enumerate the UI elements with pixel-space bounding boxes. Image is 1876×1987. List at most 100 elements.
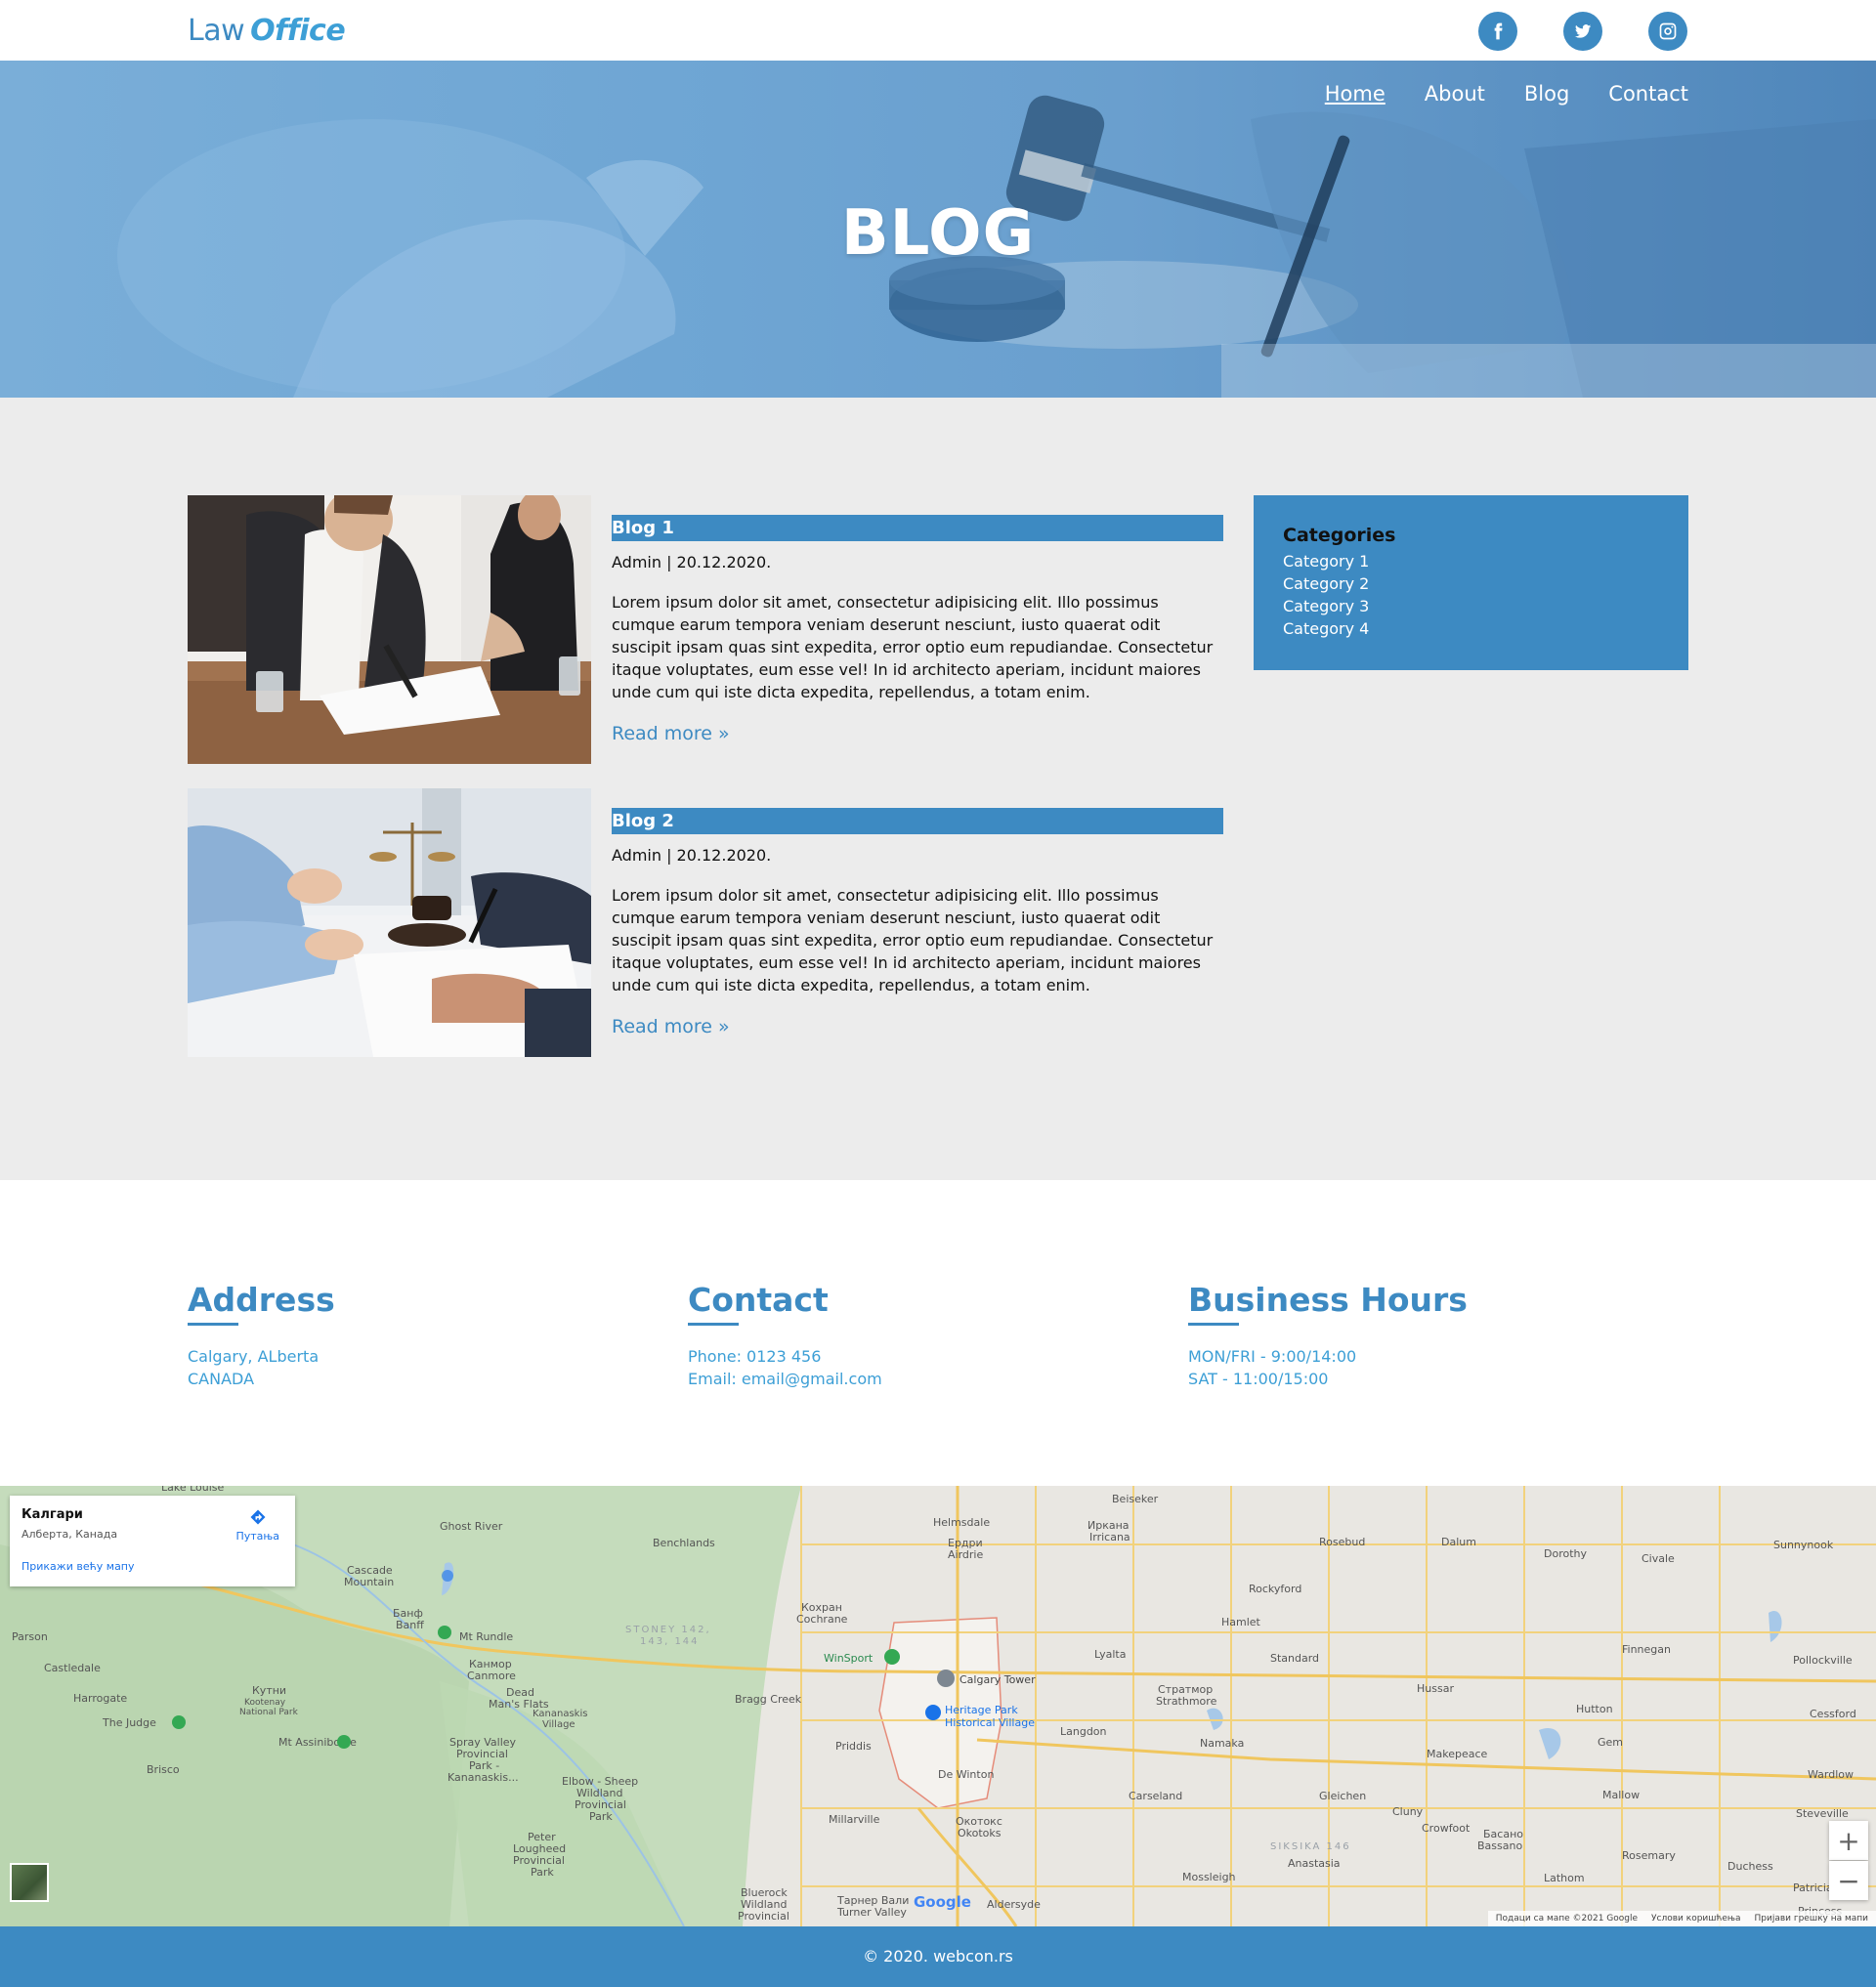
hours-column: Business Hours MON/FRI - 9:00/14:00 SAT …: [1188, 1281, 1599, 1390]
directions-icon: [250, 1509, 266, 1525]
category-link[interactable]: Category 2: [1283, 572, 1659, 595]
read-more-link[interactable]: Read more »: [612, 723, 730, 744]
category-link[interactable]: Category 3: [1283, 595, 1659, 617]
svg-text:Lake Louise: Lake Louise: [161, 1486, 225, 1494]
contact-heading: Contact: [688, 1281, 829, 1319]
nav-home[interactable]: Home: [1325, 82, 1386, 106]
svg-text:Bassano: Bassano: [1477, 1839, 1522, 1852]
category-link[interactable]: Category 4: [1283, 617, 1659, 640]
nav-contact[interactable]: Contact: [1608, 82, 1688, 106]
svg-text:Millarville: Millarville: [829, 1813, 880, 1826]
svg-text:SIKSIKA 146: SIKSIKA 146: [1270, 1841, 1351, 1852]
svg-text:WinSport: WinSport: [824, 1652, 874, 1665]
blog-post: Blog 1 Admin | 20.12.2020. Lorem ipsum d…: [188, 495, 1223, 764]
svg-text:Heritage Park: Heritage Park: [945, 1704, 1018, 1716]
logo-primary-text: Law: [188, 14, 245, 48]
embedded-map[interactable]: Lake Louise Ghost River Cascade Mountain …: [0, 1486, 1876, 1926]
google-logo: Google: [914, 1893, 971, 1911]
read-more-link[interactable]: Read more »: [612, 1016, 730, 1037]
svg-text:Beiseker: Beiseker: [1112, 1493, 1159, 1505]
satellite-toggle[interactable]: [10, 1863, 49, 1902]
footer-bar: © 2020. webcon.rs: [0, 1926, 1876, 1987]
map-data-credit: Подаци са мапе ©2021 Google: [1495, 1914, 1639, 1924]
svg-text:Steveville: Steveville: [1796, 1807, 1849, 1820]
address-line: Calgary, ALberta: [188, 1347, 320, 1366]
svg-text:Provincial: Provincial: [738, 1910, 789, 1923]
main-nav: Home About Blog Contact: [1325, 82, 1688, 106]
nav-about[interactable]: About: [1425, 82, 1485, 106]
map-place-card: Калгари Алберта, Канада Прикажи већу мап…: [10, 1496, 295, 1586]
svg-text:National Park: National Park: [239, 1708, 299, 1717]
address-column: Address Calgary, ALberta CANADA: [188, 1281, 598, 1390]
svg-text:Banff: Banff: [396, 1619, 424, 1631]
svg-text:Kananaskis: Kananaskis: [533, 1709, 587, 1719]
svg-text:Turner Valley: Turner Valley: [836, 1906, 907, 1919]
contact-info-section: Address Calgary, ALberta CANADA Contact …: [0, 1180, 1876, 1486]
svg-text:Parson: Parson: [12, 1630, 48, 1643]
svg-text:Airdrie: Airdrie: [948, 1548, 983, 1561]
heading-underline: [688, 1323, 739, 1326]
svg-text:Rosebud: Rosebud: [1319, 1536, 1365, 1548]
svg-text:Brisco: Brisco: [147, 1763, 180, 1776]
instagram-icon[interactable]: [1648, 12, 1687, 51]
hours-line: SAT - 11:00/15:00: [1188, 1370, 1329, 1388]
facebook-icon[interactable]: [1478, 12, 1517, 51]
nav-blog[interactable]: Blog: [1524, 82, 1569, 106]
svg-text:Mountain: Mountain: [344, 1576, 394, 1588]
post-excerpt: Lorem ipsum dolor sit amet, consectetur …: [612, 886, 1214, 994]
svg-text:Kootenay: Kootenay: [244, 1698, 286, 1708]
svg-text:Harrogate: Harrogate: [73, 1692, 127, 1705]
site-logo[interactable]: Law Office: [188, 14, 346, 48]
email-line[interactable]: Email: email@gmail.com: [688, 1368, 1098, 1390]
svg-text:Patricia: Patricia: [1793, 1881, 1833, 1894]
svg-text:Dorothy: Dorothy: [1544, 1547, 1587, 1560]
category-link[interactable]: Category 1: [1283, 550, 1659, 572]
svg-text:Gem: Gem: [1598, 1736, 1623, 1749]
svg-text:Civale: Civale: [1642, 1552, 1675, 1565]
zoom-in-button[interactable]: +: [1829, 1821, 1868, 1860]
hours-heading: Business Hours: [1188, 1281, 1468, 1319]
svg-text:Canmore: Canmore: [467, 1670, 516, 1682]
svg-text:Castledale: Castledale: [44, 1662, 101, 1674]
post-image: [188, 788, 591, 1057]
contact-column: Contact Phone: 0123 456 Email: email@gma…: [688, 1281, 1098, 1390]
heading-underline: [188, 1323, 238, 1326]
blog-post: Blog 2 Admin | 20.12.2020. Lorem ipsum d…: [188, 788, 1223, 1057]
svg-text:Village: Village: [542, 1719, 576, 1730]
svg-text:Carseland: Carseland: [1129, 1790, 1182, 1802]
report-error-link[interactable]: Пријави грешку на мапи: [1755, 1914, 1869, 1924]
directions-label: Путања: [235, 1530, 279, 1543]
svg-text:Sunnynook: Sunnynook: [1773, 1539, 1834, 1551]
hero-banner: Home About Blog Contact BLOG: [0, 61, 1876, 398]
zoom-out-button[interactable]: −: [1829, 1861, 1868, 1900]
svg-text:Park: Park: [531, 1866, 554, 1879]
terms-link[interactable]: Услови коришћења: [1651, 1914, 1740, 1924]
svg-text:Hussar: Hussar: [1417, 1682, 1454, 1695]
svg-text:Makepeace: Makepeace: [1427, 1748, 1488, 1760]
svg-text:Hutton: Hutton: [1576, 1703, 1613, 1715]
address-heading: Address: [188, 1281, 335, 1319]
twitter-icon[interactable]: [1563, 12, 1602, 51]
larger-map-link[interactable]: Прикажи већу мапу: [21, 1560, 283, 1573]
post-body: Blog 2 Admin | 20.12.2020. Lorem ipsum d…: [612, 808, 1223, 1037]
post-title[interactable]: Blog 1: [612, 515, 1223, 541]
phone-line[interactable]: Phone: 0123 456: [688, 1345, 1098, 1368]
svg-text:Aldersyde: Aldersyde: [987, 1898, 1041, 1911]
svg-text:Lathom: Lathom: [1544, 1872, 1585, 1884]
directions-button[interactable]: Путања: [235, 1507, 279, 1543]
svg-text:Mallow: Mallow: [1602, 1789, 1640, 1801]
svg-text:The Judge: The Judge: [102, 1716, 156, 1729]
blog-content: Blog 1 Admin | 20.12.2020. Lorem ipsum d…: [0, 398, 1876, 1180]
svg-text:Cluny: Cluny: [1392, 1805, 1424, 1818]
svg-text:Duchess: Duchess: [1727, 1860, 1773, 1873]
hours-line: MON/FRI - 9:00/14:00: [1188, 1347, 1357, 1366]
svg-text:Okotoks: Okotoks: [958, 1827, 1002, 1839]
post-title[interactable]: Blog 2: [612, 808, 1223, 834]
page-title: BLOG: [840, 197, 1036, 270]
svg-text:Standard: Standard: [1270, 1652, 1319, 1665]
categories-title: Categories: [1283, 525, 1396, 546]
svg-text:Cessford: Cessford: [1810, 1708, 1856, 1720]
svg-text:Finnegan: Finnegan: [1622, 1643, 1671, 1656]
copyright-text: © 2020. webcon.rs: [863, 1947, 1013, 1966]
svg-text:Park: Park: [589, 1810, 613, 1823]
